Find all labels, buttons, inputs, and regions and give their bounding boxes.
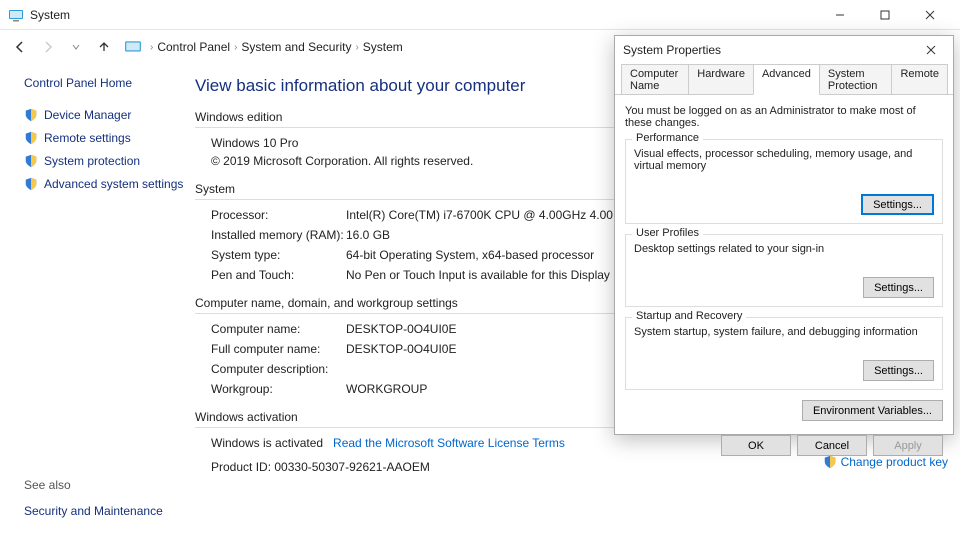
control-panel-home-link[interactable]: Control Panel Home <box>24 76 187 90</box>
row-label: Computer description: <box>211 362 346 376</box>
dialog-body: You must be logged on as an Administrato… <box>615 94 953 429</box>
group-legend: Performance <box>632 132 703 144</box>
ok-button[interactable]: OK <box>721 435 791 456</box>
admin-note: You must be logged on as an Administrato… <box>625 105 943 129</box>
activation-status: Windows is activated <box>211 436 323 450</box>
row-value: WORKGROUP <box>346 382 427 396</box>
row-value: 64-bit Operating System, x64-based proce… <box>346 248 594 262</box>
row-label: Workgroup: <box>211 382 346 396</box>
maximize-button[interactable] <box>862 0 907 30</box>
shield-icon <box>24 154 38 168</box>
group-user-profiles: User Profiles Desktop settings related t… <box>625 234 943 307</box>
breadcrumb-control-panel[interactable]: Control Panel <box>157 40 230 54</box>
product-id-label: Product ID: <box>211 460 271 474</box>
sidebar-label: Device Manager <box>44 108 131 122</box>
recent-dropdown[interactable] <box>64 35 88 59</box>
tab-system-protection[interactable]: System Protection <box>819 64 893 95</box>
dialog-title: System Properties <box>623 43 917 57</box>
product-id-value: 00330-50307-92621-AAOEM <box>274 460 429 474</box>
sidebar-link-advanced-settings[interactable]: Advanced system settings <box>24 177 187 191</box>
dialog-footer: OK Cancel Apply <box>615 429 953 466</box>
chevron-right-icon[interactable]: › <box>234 42 237 53</box>
row-label: Computer name: <box>211 322 346 336</box>
up-button[interactable] <box>92 35 116 59</box>
window-titlebar: System <box>0 0 960 30</box>
row-label: Installed memory (RAM): <box>211 228 346 242</box>
group-desc: Desktop settings related to your sign-in <box>634 243 934 255</box>
close-button[interactable] <box>907 0 952 30</box>
group-legend: Startup and Recovery <box>632 310 746 322</box>
back-button[interactable] <box>8 35 32 59</box>
group-desc: System startup, system failure, and debu… <box>634 326 934 338</box>
license-terms-link[interactable]: Read the Microsoft Software License Term… <box>333 436 565 450</box>
tab-computer-name[interactable]: Computer Name <box>621 64 689 95</box>
dialog-titlebar: System Properties <box>615 36 953 64</box>
sidebar-label: Advanced system settings <box>44 177 183 191</box>
row-value: No Pen or Touch Input is available for t… <box>346 268 610 282</box>
sidebar-link-device-manager[interactable]: Device Manager <box>24 108 187 122</box>
system-properties-dialog: System Properties Computer Name Hardware… <box>614 35 954 435</box>
forward-button <box>36 35 60 59</box>
breadcrumb: › Control Panel › System and Security › … <box>150 40 403 54</box>
tab-hardware[interactable]: Hardware <box>688 64 754 95</box>
user-profiles-settings-button[interactable]: Settings... <box>863 277 934 298</box>
group-legend: User Profiles <box>632 227 703 239</box>
breadcrumb-system-security[interactable]: System and Security <box>241 40 351 54</box>
row-value: DESKTOP-0O4UI0E <box>346 322 456 336</box>
apply-button[interactable]: Apply <box>873 435 943 456</box>
cancel-button[interactable]: Cancel <box>797 435 867 456</box>
row-label: Pen and Touch: <box>211 268 346 282</box>
sidebar-link-remote-settings[interactable]: Remote settings <box>24 131 187 145</box>
system-icon <box>8 7 24 23</box>
sidebar: Control Panel Home Device Manager Remote… <box>0 64 195 542</box>
row-label: Full computer name: <box>211 342 346 356</box>
group-startup-recovery: Startup and Recovery System startup, sys… <box>625 317 943 390</box>
sidebar-label: Remote settings <box>44 131 131 145</box>
path-icon <box>124 38 142 56</box>
shield-icon <box>24 108 38 122</box>
environment-variables-button[interactable]: Environment Variables... <box>802 400 943 421</box>
tab-advanced[interactable]: Advanced <box>753 64 820 95</box>
row-value: Intel(R) Core(TM) i7-6700K CPU @ 4.00GHz… <box>346 208 640 222</box>
group-performance: Performance Visual effects, processor sc… <box>625 139 943 224</box>
security-maintenance-link[interactable]: Security and Maintenance <box>24 504 163 518</box>
sidebar-link-system-protection[interactable]: System protection <box>24 154 187 168</box>
shield-icon <box>24 131 38 145</box>
sidebar-label: System protection <box>44 154 140 168</box>
row-value: DESKTOP-0O4UI0E <box>346 342 456 356</box>
row-label: System type: <box>211 248 346 262</box>
group-desc: Visual effects, processor scheduling, me… <box>634 148 934 172</box>
performance-settings-button[interactable]: Settings... <box>861 194 934 215</box>
tab-remote[interactable]: Remote <box>891 64 948 95</box>
dialog-tabs: Computer Name Hardware Advanced System P… <box>615 64 953 95</box>
startup-recovery-settings-button[interactable]: Settings... <box>863 360 934 381</box>
row-value: 16.0 GB <box>346 228 390 242</box>
chevron-right-icon[interactable]: › <box>150 42 153 53</box>
shield-icon <box>24 177 38 191</box>
breadcrumb-system[interactable]: System <box>363 40 403 54</box>
chevron-right-icon[interactable]: › <box>355 42 358 53</box>
see-also-heading: See also <box>24 478 71 492</box>
window-title: System <box>30 8 817 22</box>
dialog-close-button[interactable] <box>917 36 945 64</box>
row-label: Processor: <box>211 208 346 222</box>
minimize-button[interactable] <box>817 0 862 30</box>
